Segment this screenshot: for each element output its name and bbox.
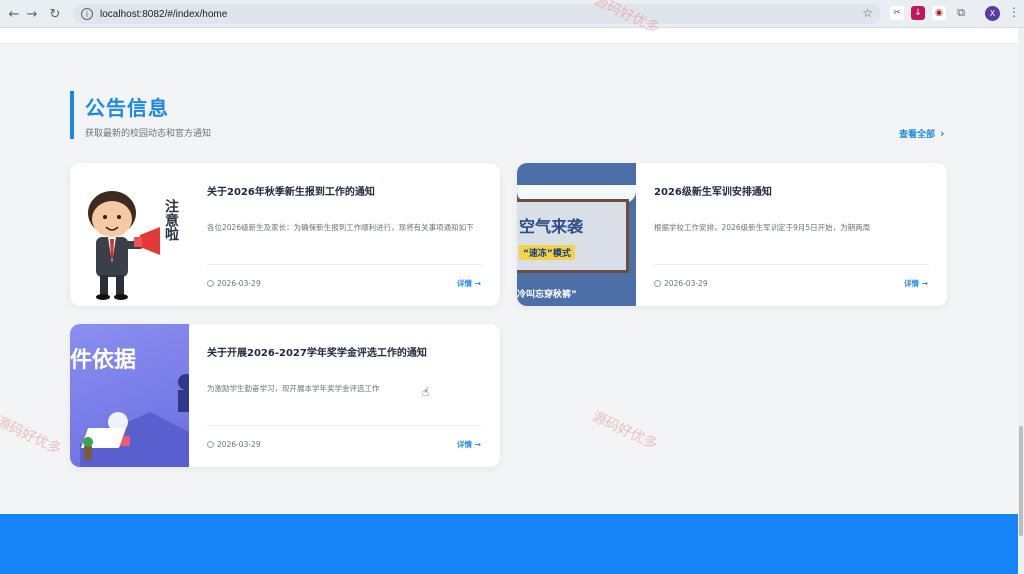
chevron-right-icon: › (940, 127, 945, 140)
thumbnail-caption: 空气来袭 (519, 217, 584, 236)
mouse-cursor-icon: ☝ (422, 385, 430, 399)
announcement-title[interactable]: 关于2026年秋季新生报到工作的通知 (207, 183, 375, 198)
date-text: 2026-03-29 (217, 279, 261, 288)
forward-icon[interactable]: → (22, 4, 42, 24)
clock-icon (654, 280, 661, 287)
reload-icon[interactable]: ↻ (45, 4, 65, 24)
clock-icon (207, 441, 214, 448)
clock-icon (207, 280, 214, 287)
divider (654, 264, 929, 265)
thumbnail-caption: 注意啦 (163, 199, 179, 241)
browser-menu-icon[interactable]: ⋮ (1008, 5, 1020, 19)
detail-link[interactable]: 详情 → (457, 278, 481, 289)
extensions-puzzle-icon[interactable]: ⧉ (954, 6, 968, 20)
announcement-description: 各位2026级新生及家长：为确保新生报到工作顺利进行，现将有关事项通知如下 (207, 223, 474, 232)
extension-camera-icon[interactable]: ◉ (932, 6, 946, 20)
view-all-label: 查看全部 (899, 130, 936, 140)
announcement-thumbnail: 空气来袭 “速冻”模式 冷叫忘穿秋裤” (517, 163, 636, 306)
section-subtitle: 获取最新的校园动态和官方通知 (85, 129, 212, 139)
announcement-date: 2026-03-29 (207, 440, 261, 449)
url-text: localhost:8082/#/index/home (100, 8, 228, 20)
watermark: 源码好优多 (589, 408, 660, 453)
announcement-date: 2026-03-29 (207, 279, 261, 288)
announcement-card[interactable]: 空气来袭 “速冻”模式 冷叫忘穿秋裤” 2026级新生军训安排通知 根据学校工作… (517, 163, 947, 306)
announcement-date: 2026-03-29 (654, 279, 708, 288)
address-bar[interactable]: i localhost:8082/#/index/home ☆ (73, 4, 881, 24)
extension-download-icon[interactable]: ↓ (911, 6, 925, 20)
bookmark-star-icon[interactable]: ☆ (862, 6, 873, 20)
watermark: 源码好优多 (0, 413, 64, 458)
site-info-icon[interactable]: i (81, 8, 93, 20)
announcement-thumbnail: 注意啦 (70, 163, 189, 306)
profile-avatar[interactable]: X (985, 6, 1000, 21)
announcement-description: 为激励学生勤奋学习，现开展本学年奖学金评选工作 (207, 384, 380, 393)
divider (207, 425, 482, 426)
announcement-description: 根据学校工作安排，2026级新生军训定于9月5日开始，为期两周 (654, 223, 871, 232)
page-header-strip (0, 28, 1018, 44)
detail-link[interactable]: 详情 → (904, 278, 928, 289)
thumbnail-sub-caption: “速冻”模式 (519, 245, 575, 260)
browser-toolbar: ← → ↻ i localhost:8082/#/index/home ☆ ✂ … (0, 0, 1024, 28)
footer (0, 514, 1018, 574)
section-accent-bar (70, 91, 74, 139)
detail-link[interactable]: 详情 → (457, 439, 481, 450)
section-title: 公告信息 (85, 96, 169, 120)
date-text: 2026-03-29 (664, 279, 708, 288)
announcement-thumbnail: 件依据 (70, 324, 189, 467)
divider (207, 264, 482, 265)
view-all-link[interactable]: 查看全部 › (899, 127, 945, 140)
scrollbar-thumb[interactable] (1019, 426, 1023, 536)
date-text: 2026-03-29 (217, 440, 261, 449)
page-scrollbar[interactable] (1018, 28, 1024, 574)
announcement-title[interactable]: 关于开展2026-2027学年奖学金评选工作的通知 (207, 344, 427, 359)
announcement-title[interactable]: 2026级新生军训安排通知 (654, 183, 772, 198)
thumbnail-bottom-caption: 冷叫忘穿秋裤” (517, 290, 577, 300)
back-icon[interactable]: ← (4, 4, 24, 24)
office-illustration (80, 374, 189, 467)
announcement-card[interactable]: 件依据 关于开展2026-2027学年奖学金评选工作的通知 为激励学生勤奋学习，… (70, 324, 500, 467)
extension-scissors-icon[interactable]: ✂ (890, 6, 904, 20)
announcement-card[interactable]: 注意啦 关于2026年秋季新生报到工作的通知 各位2026级新生及家长：为确保新… (70, 163, 500, 306)
